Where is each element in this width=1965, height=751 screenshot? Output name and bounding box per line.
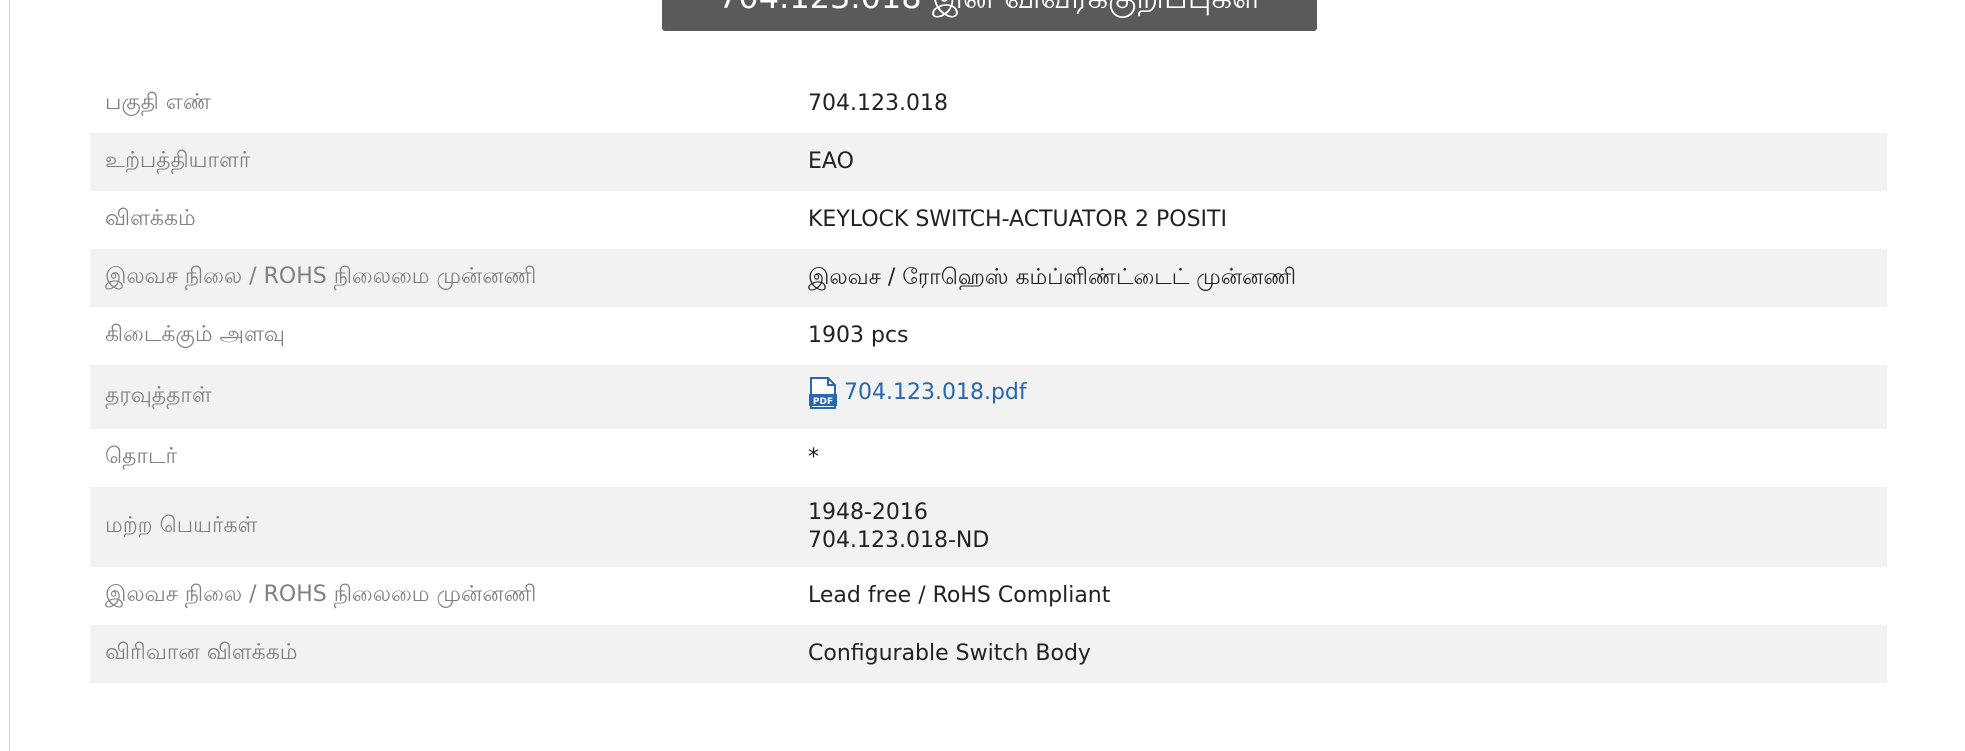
- spec-label: தொடர்: [105, 444, 177, 469]
- spec-label: விரிவான விளக்கம்: [105, 640, 298, 665]
- spec-value: Configurable Switch Body: [808, 641, 1091, 666]
- spec-label: மற்ற பெயர்கள்: [105, 513, 258, 538]
- specifications-table: பகுதி எண் 704.123.018 உற்பத்தியாளர் EAO …: [90, 75, 1887, 683]
- spec-row-description: விளக்கம் KEYLOCK SWITCH-ACTUATOR 2 POSIT…: [90, 191, 1887, 249]
- spec-row-quantity-available: கிடைக்கும் அளவு 1903 pcs: [90, 307, 1887, 365]
- spec-row-part-number: பகுதி எண் 704.123.018: [90, 75, 1887, 133]
- other-name-line: 1948-2016: [808, 500, 928, 525]
- spec-row-manufacturer: உற்பத்தியாளர் EAO: [90, 133, 1887, 191]
- spec-label: உற்பத்தியாளர்: [105, 148, 251, 173]
- spec-row-datasheet: தரவுத்தாள் PDF 704.123.018.pdf: [90, 365, 1887, 429]
- spec-value: KEYLOCK SWITCH-ACTUATOR 2 POSITI: [808, 207, 1227, 232]
- spec-value: EAO: [808, 149, 854, 174]
- spec-value: 704.123.018: [808, 91, 948, 116]
- spec-label: கிடைக்கும் அளவு: [105, 322, 285, 347]
- spec-row-lead-status: இலவச நிலை / ROHS நிலைமை முன்னணி இலவச / ர…: [90, 249, 1887, 307]
- page: 704.123.018 இன் விவரக்குறிப்புகள் பகுதி …: [0, 0, 1965, 751]
- spec-row-detailed-description: விரிவான விளக்கம் Configurable Switch Bod…: [90, 625, 1887, 683]
- spec-row-other-names: மற்ற பெயர்கள் 1948-2016 704.123.018-ND: [90, 487, 1887, 567]
- pdf-file-icon: PDF: [809, 377, 837, 409]
- spec-value: இலவச / ரோஹெஸ் கம்ப்ளிண்ட்டைட் முன்னணி: [808, 265, 1297, 290]
- specifications-header: 704.123.018 இன் விவரக்குறிப்புகள்: [662, 0, 1317, 31]
- spec-value-datasheet: PDF 704.123.018.pdf: [808, 377, 1887, 417]
- other-name-line: 704.123.018-ND: [808, 528, 990, 553]
- left-border-divider: [9, 0, 10, 751]
- spec-label: பகுதி எண்: [105, 90, 211, 115]
- spec-row-series: தொடர் *: [90, 429, 1887, 487]
- datasheet-link-label: 704.123.018.pdf: [844, 380, 1027, 405]
- spec-label: தரவுத்தாள்: [105, 383, 212, 408]
- spec-label: இலவச நிலை / ROHS நிலைமை முன்னணி: [105, 582, 537, 607]
- spec-row-rohs-status: இலவச நிலை / ROHS நிலைமை முன்னணி Lead fre…: [90, 567, 1887, 625]
- spec-value: *: [808, 445, 819, 470]
- svg-text:PDF: PDF: [813, 397, 833, 407]
- specifications-title: 704.123.018 இன் விவரக்குறிப்புகள்: [718, 0, 1261, 13]
- datasheet-link[interactable]: PDF 704.123.018.pdf: [808, 377, 1027, 409]
- spec-value: Lead free / RoHS Compliant: [808, 583, 1111, 608]
- spec-label: விளக்கம்: [105, 206, 196, 231]
- spec-label: இலவச நிலை / ROHS நிலைமை முன்னணி: [105, 264, 537, 289]
- spec-value-other-names: 1948-2016 704.123.018-ND: [808, 499, 1887, 555]
- spec-value: 1903 pcs: [808, 323, 909, 348]
